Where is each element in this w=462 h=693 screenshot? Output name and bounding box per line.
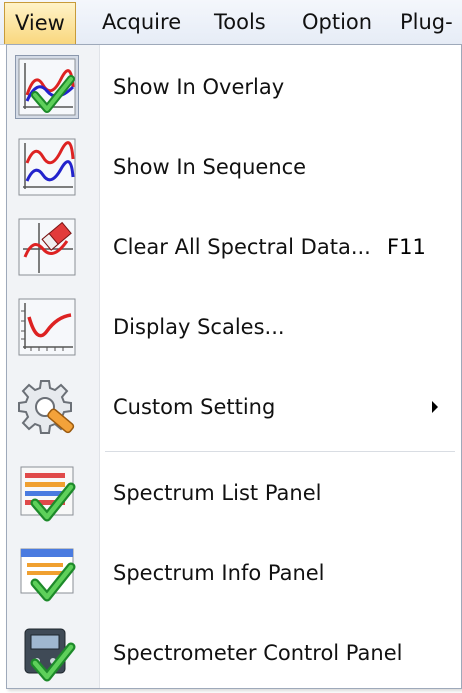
menu-item-spectrum-info-panel[interactable]: Spectrum Info Panel (7, 533, 461, 613)
menu-item-show-in-overlay[interactable]: Show In Overlay (7, 47, 461, 127)
sequence-chart-icon (17, 137, 77, 197)
menu-item-label: Show In Sequence (113, 155, 307, 179)
list-panel-check-icon (17, 463, 77, 523)
menu-view[interactable]: View (4, 2, 76, 44)
scale-chart-icon (17, 297, 77, 357)
menu-item-label: Show In Overlay (113, 75, 285, 99)
menu-item-label: Spectrum List Panel (113, 481, 322, 505)
menu-item-label: Display Scales... (113, 315, 285, 339)
menu-separator (105, 451, 455, 452)
menu-item-spectrometer-control-panel[interactable]: Spectrometer Control Panel (7, 613, 461, 693)
menu-item-label: Clear All Spectral Data... (113, 235, 371, 259)
overlay-chart-check-icon (17, 57, 77, 117)
menu-bar: View Acquire Tools Option Plug- (0, 0, 462, 45)
menu-acquire[interactable]: Acquire (102, 0, 181, 44)
menu-item-label: Spectrum Info Panel (113, 561, 325, 585)
menu-item-spectrum-list-panel[interactable]: Spectrum List Panel (7, 453, 461, 533)
menu-plugins[interactable]: Plug- (400, 0, 453, 44)
menu-item-label: Spectrometer Control Panel (113, 641, 403, 665)
menu-item-label: Custom Setting (113, 395, 276, 419)
gear-wrench-icon (17, 377, 77, 437)
menu-item-custom-setting[interactable]: Custom Setting (7, 367, 461, 447)
menu-option[interactable]: Option (302, 0, 372, 44)
menu-item-clear-all-spectral-data[interactable]: Clear All Spectral Data... F11 (7, 207, 461, 287)
menu-item-display-scales[interactable]: Display Scales... (7, 287, 461, 367)
eraser-chart-icon (17, 217, 77, 277)
submenu-arrow-icon (432, 401, 438, 413)
menu-tools[interactable]: Tools (214, 0, 266, 44)
view-dropdown-menu: Show In Overlay Show In Sequence Clear A… (6, 44, 462, 689)
spectrometer-check-icon (17, 623, 77, 683)
info-panel-check-icon (17, 543, 77, 603)
menu-item-show-in-sequence[interactable]: Show In Sequence (7, 127, 461, 207)
shortcut-label: F11 (387, 235, 426, 259)
